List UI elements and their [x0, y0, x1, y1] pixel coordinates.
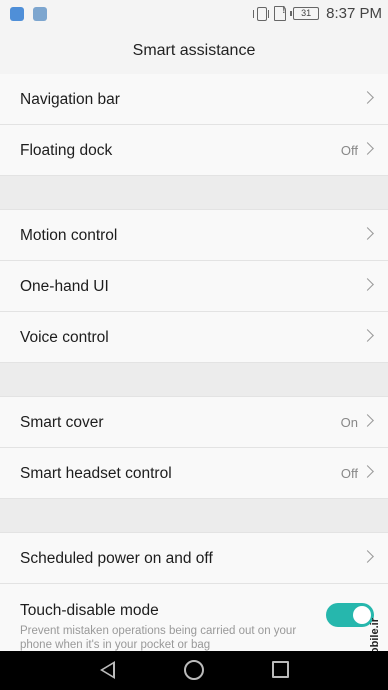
page-title: Smart assistance — [132, 42, 256, 59]
image-notification-icon — [33, 7, 47, 21]
settings-list: Navigation bar Floating dock Off Motion … — [0, 74, 388, 652]
setting-label: Scheduled power on and off — [20, 550, 213, 567]
setting-label: Voice control — [20, 329, 109, 346]
setting-value: On — [340, 415, 358, 430]
vibrate-icon — [253, 6, 270, 21]
setting-voice-control[interactable]: Voice control — [0, 312, 388, 363]
status-notifications — [10, 7, 47, 21]
setting-smart-headset-control[interactable]: Smart headset control Off — [0, 448, 388, 499]
sim-alert-icon — [274, 5, 287, 21]
setting-label: Smart headset control — [20, 465, 172, 482]
setting-label: Floating dock — [20, 142, 113, 159]
clock: 8:37 PM — [326, 5, 382, 22]
chevron-right-icon — [361, 414, 374, 427]
setting-description: Prevent mistaken operations being carrie… — [20, 625, 297, 651]
recent-apps-icon[interactable] — [272, 661, 289, 678]
setting-value: Off — [340, 143, 358, 158]
section-divider — [0, 176, 388, 210]
home-icon[interactable] — [184, 660, 204, 680]
back-icon[interactable] — [100, 661, 115, 679]
setting-navigation-bar[interactable]: Navigation bar — [0, 74, 388, 125]
chevron-right-icon — [361, 91, 374, 104]
chevron-right-icon — [361, 465, 374, 478]
setting-label: Smart cover — [20, 414, 104, 431]
setting-label: Motion control — [20, 227, 118, 244]
setting-one-hand-ui[interactable]: One-hand UI — [0, 261, 388, 312]
touch-disable-toggle[interactable] — [326, 603, 374, 627]
navigation-bar — [0, 651, 388, 690]
chevron-right-icon — [361, 142, 374, 155]
chevron-right-icon — [361, 550, 374, 563]
setting-motion-control[interactable]: Motion control — [0, 210, 388, 261]
setting-label: One-hand UI — [20, 278, 109, 295]
setting-floating-dock[interactable]: Floating dock Off — [0, 125, 388, 176]
setting-smart-cover[interactable]: Smart cover On — [0, 397, 388, 448]
chevron-right-icon — [361, 278, 374, 291]
status-bar: 31 8:37 PM — [0, 0, 388, 28]
app-notification-icon — [10, 7, 24, 21]
setting-label: Touch-disable mode — [20, 602, 159, 619]
setting-label: Navigation bar — [20, 91, 120, 108]
section-divider — [0, 499, 388, 533]
section-divider — [0, 363, 388, 397]
setting-scheduled-power[interactable]: Scheduled power on and off — [0, 533, 388, 584]
title-bar: Smart assistance — [0, 28, 388, 74]
setting-touch-disable-mode[interactable]: Touch-disable mode Prevent mistaken oper… — [0, 584, 388, 652]
setting-value: Off — [340, 466, 358, 481]
battery-icon: 31 — [290, 7, 320, 20]
status-indicators: 31 8:37 PM — [253, 5, 382, 22]
chevron-right-icon — [361, 329, 374, 342]
chevron-right-icon — [361, 227, 374, 240]
